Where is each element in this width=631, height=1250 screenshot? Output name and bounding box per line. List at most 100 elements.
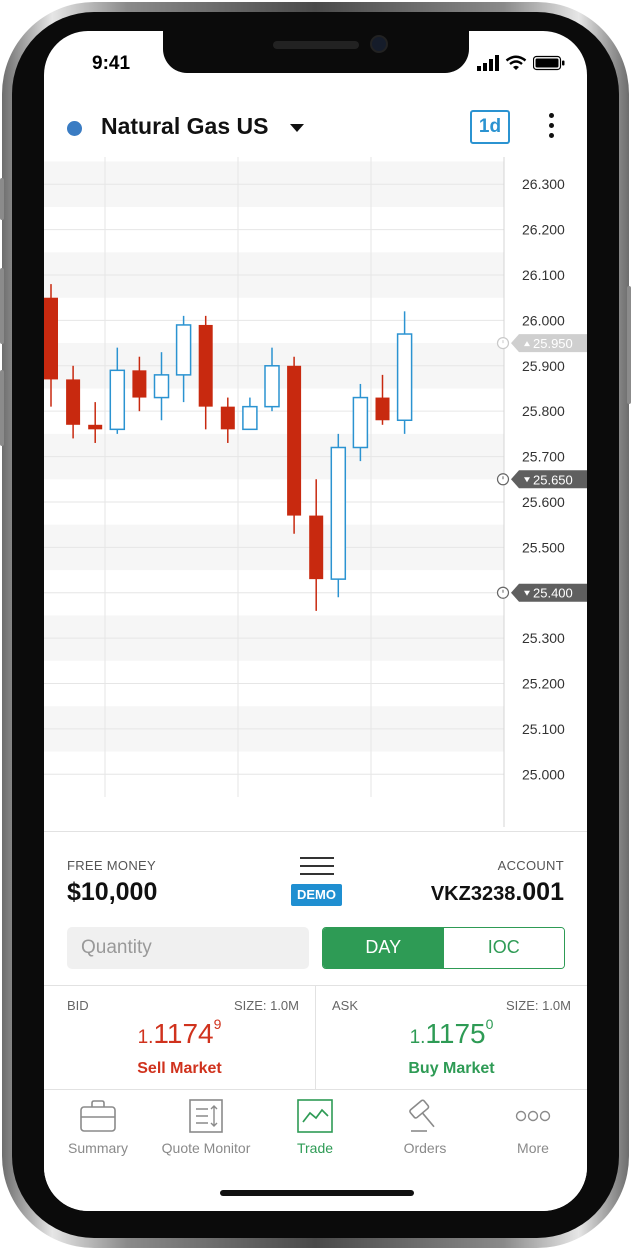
free-money-value: $10,000 (67, 878, 158, 906)
power-button (627, 286, 631, 404)
candle-body (287, 365, 302, 516)
ask-price-sup: 0 (485, 1016, 494, 1032)
bid-price: 1.11749 (44, 1016, 315, 1050)
time-in-force-toggle: DAY IOC (322, 927, 565, 969)
front-camera (370, 35, 388, 53)
candle-body (109, 369, 126, 431)
tab-quote-monitor-label: Quote Monitor (161, 1140, 251, 1156)
account-id-prefix: VKZ3238 (430, 883, 516, 905)
tab-quote-monitor[interactable]: Quote Monitor (152, 1098, 260, 1168)
candle-body (375, 397, 390, 421)
app-screen: 9:41 Natural Gas US 1d 26.300 26.200 26.10… (44, 31, 587, 1211)
price-marker-label: 25.400 (533, 586, 573, 601)
y-tick-label: 25.800 (522, 403, 565, 419)
tab-orders-label: Orders (403, 1140, 447, 1156)
bid-size: SIZE: 1.0M (233, 998, 299, 1013)
y-tick-label: 25.600 (522, 494, 565, 510)
account-panel: FREE MONEY $10,000 DEMO ACCOUNT VKZ3238.… (44, 831, 587, 1092)
quantity-input[interactable] (67, 927, 309, 969)
ask-label: ASK (332, 998, 359, 1013)
tab-summary-label: Summary (68, 1140, 128, 1156)
candle-body (352, 396, 369, 449)
bid-price-big: 1174 (153, 1018, 214, 1049)
tab-trade-label: Trade (296, 1140, 334, 1156)
status-icons (477, 53, 565, 73)
ask-size: SIZE: 1.0M (505, 998, 571, 1013)
line-chart-icon (297, 1099, 333, 1133)
candle-body (242, 405, 258, 431)
account-id-suffix: .001 (515, 878, 564, 906)
volume-down-button (0, 370, 4, 446)
y-tick-label: 25.100 (522, 721, 565, 737)
price-marker-label: 25.950 (533, 336, 573, 351)
candle-body (88, 424, 103, 430)
more-options-icon[interactable] (544, 113, 558, 143)
notch (163, 31, 469, 73)
quote-row: BID SIZE: 1.0M 1.11749 Sell Market ASK S… (44, 985, 587, 1092)
tab-more[interactable]: More (479, 1098, 587, 1168)
caret-down-icon[interactable] (290, 124, 304, 132)
candle-body (44, 297, 58, 380)
candle-body (220, 406, 235, 430)
y-tick-label: 25.500 (522, 539, 565, 555)
demo-badge: DEMO (291, 884, 342, 906)
tab-more-label: More (517, 1140, 549, 1156)
wifi-icon (505, 55, 527, 70)
bid-price-small: 1. (137, 1027, 154, 1048)
mute-switch (0, 178, 4, 220)
tab-summary[interactable]: Summary (44, 1098, 152, 1168)
tif-ioc-option[interactable]: IOC (443, 928, 564, 968)
y-tick-label: 26.200 (522, 222, 565, 238)
ask-price-small: 1. (409, 1027, 426, 1048)
speaker-grille (273, 41, 359, 49)
y-tick-label: 25.200 (522, 676, 565, 692)
tab-trade[interactable]: Trade (261, 1098, 369, 1168)
candle-body (330, 446, 347, 580)
candle-body (132, 370, 147, 398)
battery-icon (533, 55, 565, 71)
account-menu-icon[interactable] (300, 857, 334, 877)
y-tick-label: 25.900 (522, 358, 565, 374)
price-chart[interactable]: 26.300 26.200 26.100 26.000 25.900 25.800 25.7… (44, 157, 587, 857)
candle-body (153, 374, 170, 399)
y-tick-label: 26.300 (522, 176, 565, 192)
tab-orders[interactable]: Orders (371, 1098, 479, 1168)
tab-bar: Summary Quote Monitor Trade Orders More (44, 1089, 587, 1211)
alert-clock-icon (496, 336, 510, 350)
ask-price: 1.11750 (316, 1016, 587, 1050)
instrument-selector[interactable]: Natural Gas US (101, 113, 268, 140)
y-tick-label: 25.700 (522, 449, 565, 465)
sell-market-button[interactable]: Sell Market (44, 1060, 315, 1078)
timeframe-button[interactable]: 1d (470, 110, 510, 144)
bid-price-sup: 9 (213, 1016, 222, 1032)
y-tick-label: 26.100 (522, 267, 565, 283)
instrument-status-dot (67, 121, 82, 136)
candle-body (309, 515, 324, 580)
candle-body (66, 379, 81, 425)
tif-day-option[interactable]: DAY (323, 928, 444, 968)
account-id: VKZ3238.001 (431, 878, 564, 907)
briefcase-icon (80, 1100, 116, 1132)
candle-body (198, 324, 213, 407)
candle-body (175, 324, 192, 376)
bid-label: BID (67, 998, 89, 1013)
volume-up-button (0, 268, 4, 344)
candle-body (264, 365, 280, 408)
y-tick-label: 25.000 (522, 766, 565, 782)
gavel-icon (409, 1099, 435, 1132)
quote-monitor-icon (189, 1099, 223, 1133)
ask-price-big: 1175 (425, 1018, 486, 1049)
free-money-label: FREE MONEY (67, 858, 156, 873)
signal-icon (477, 55, 499, 71)
price-marker-label: 25.650 (533, 472, 573, 487)
y-tick-label: 26.000 (522, 312, 565, 328)
instrument-header: Natural Gas US 1d (44, 103, 587, 157)
more-dots-icon (515, 1110, 551, 1122)
home-indicator (220, 1190, 414, 1196)
bid-panel[interactable]: BID SIZE: 1.0M 1.11749 Sell Market (44, 986, 316, 1092)
y-tick-label: 25.300 (522, 630, 565, 646)
candle-body (396, 333, 413, 422)
buy-market-button[interactable]: Buy Market (316, 1060, 587, 1078)
ask-panel[interactable]: ASK SIZE: 1.0M 1.11750 Buy Market (316, 986, 587, 1092)
status-time: 9:41 (92, 53, 131, 74)
